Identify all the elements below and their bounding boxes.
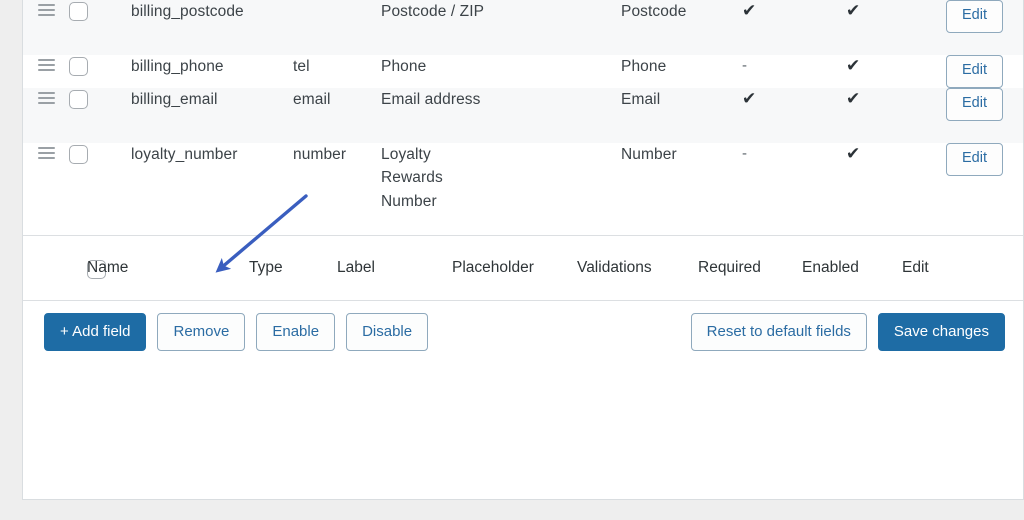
column-header-validations: Validations — [577, 259, 652, 277]
drag-handle-icon[interactable] — [38, 146, 55, 159]
row-placeholder — [496, 0, 621, 55]
row-select-cell[interactable] — [69, 143, 131, 236]
row-checkbox[interactable] — [69, 2, 88, 21]
row-edit-cell: Edit — [946, 0, 1023, 55]
row-validations: Number — [621, 145, 677, 163]
column-header-label: Label — [337, 259, 375, 277]
column-header-enabled: Enabled — [802, 259, 859, 277]
edit-button[interactable]: Edit — [946, 0, 1003, 33]
row-validations: Phone — [621, 57, 667, 75]
row-label: Email address — [381, 90, 481, 108]
enable-button[interactable]: Enable — [256, 313, 336, 352]
row-label: Postcode / ZIP — [381, 3, 485, 20]
row-drag-handle-cell[interactable] — [23, 55, 69, 88]
column-header-edit: Edit — [902, 259, 929, 277]
row-placeholder — [496, 88, 621, 143]
row-enabled: ✔ — [846, 88, 861, 108]
checkout-fields-table: billing_postcode Postcode / ZIP Postcode… — [23, 0, 1023, 236]
row-select-cell[interactable] — [69, 0, 131, 55]
disable-button[interactable]: Disable — [346, 313, 429, 352]
row-edit-cell: Edit — [946, 87, 1023, 143]
row-drag-handle-cell[interactable] — [23, 143, 69, 236]
row-drag-handle-cell[interactable] — [23, 0, 69, 55]
table-row: loyalty_number number Loyalty Rewards Nu… — [23, 142, 1023, 236]
row-validations: Postcode — [621, 3, 687, 20]
column-header-required: Required — [698, 259, 761, 277]
edit-button[interactable]: Edit — [946, 54, 1003, 88]
row-required: - — [742, 56, 748, 74]
drag-handle-icon[interactable] — [38, 58, 55, 71]
row-checkbox[interactable] — [69, 89, 88, 109]
row-required: - — [742, 144, 748, 162]
row-name: billing_email — [131, 90, 218, 108]
row-name: billing_phone — [131, 57, 224, 75]
field-editor-card: billing_postcode Postcode / ZIP Postcode… — [22, 0, 1024, 500]
row-label: Phone — [381, 57, 427, 75]
row-type — [293, 0, 381, 55]
row-required: ✔ — [742, 1, 757, 20]
table-footer-header: Name Type Label Placeholder Validations … — [23, 235, 1023, 302]
row-validations: Email — [621, 90, 661, 108]
table-action-bar: + Add field Remove Enable Disable Reset … — [23, 301, 1023, 363]
row-placeholder — [496, 55, 621, 88]
remove-button[interactable]: Remove — [157, 313, 246, 352]
edit-button[interactable]: Edit — [946, 87, 1003, 121]
edit-button[interactable]: Edit — [946, 142, 1003, 176]
row-name: billing_postcode — [131, 3, 244, 20]
column-header-type: Type — [249, 259, 283, 277]
row-checkbox[interactable] — [69, 56, 88, 76]
row-drag-handle-cell[interactable] — [23, 88, 69, 143]
table-row: billing_phone tel Phone Phone - ✔ Edit — [23, 54, 1023, 88]
add-field-button[interactable]: + Add field — [44, 313, 147, 352]
save-changes-button[interactable]: Save changes — [877, 313, 1005, 352]
row-label: Loyalty Rewards Number — [381, 145, 443, 210]
drag-handle-icon[interactable] — [38, 4, 55, 16]
table-row: billing_postcode Postcode / ZIP Postcode… — [23, 0, 1023, 55]
reset-to-default-fields-button[interactable]: Reset to default fields — [690, 313, 867, 352]
column-header-placeholder: Placeholder — [452, 259, 534, 277]
row-name: loyalty_number — [131, 145, 238, 163]
row-select-cell[interactable] — [69, 88, 131, 143]
row-enabled: ✔ — [846, 143, 861, 163]
row-edit-cell: Edit — [946, 54, 1023, 88]
table-row: billing_email email Email address Email … — [23, 87, 1023, 143]
row-select-cell[interactable] — [69, 55, 131, 88]
row-enabled: ✔ — [846, 1, 861, 20]
row-checkbox[interactable] — [69, 144, 88, 164]
row-type: number — [293, 145, 347, 163]
row-edit-cell: Edit — [946, 142, 1023, 236]
row-type: tel — [293, 57, 310, 75]
drag-handle-icon[interactable] — [38, 91, 55, 104]
row-placeholder — [496, 143, 621, 236]
select-all-cell[interactable] — [23, 258, 106, 279]
screenshot-root: billing_postcode Postcode / ZIP Postcode… — [0, 0, 1024, 520]
row-type: email — [293, 90, 331, 108]
row-enabled: ✔ — [846, 55, 861, 75]
row-required: ✔ — [742, 88, 757, 108]
column-header-name: Name — [87, 259, 129, 277]
